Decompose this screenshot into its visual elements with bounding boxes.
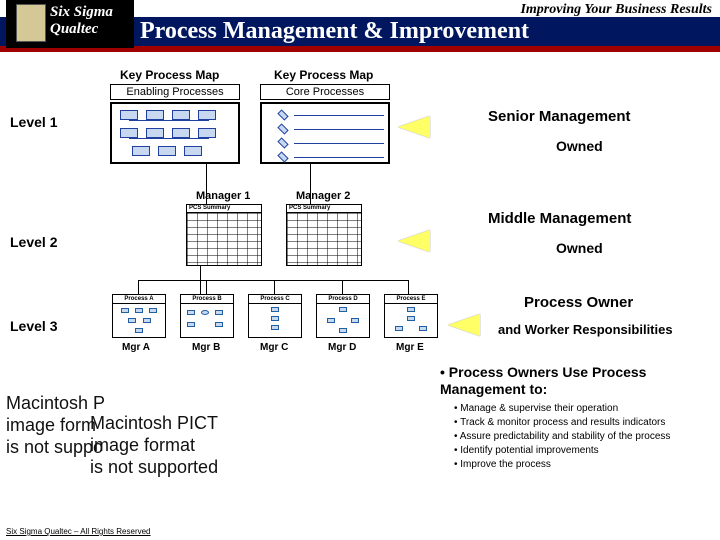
connector <box>408 280 409 294</box>
bullet-item: Improve the process <box>454 458 712 472</box>
connector <box>274 280 275 294</box>
worker-resp-label: and Worker Responsibilities <box>498 322 673 337</box>
process-a-card: Process A <box>112 294 166 338</box>
brand-text: Six SigmaQualtec <box>50 4 113 38</box>
pcs-summary-2: PCS Summary <box>286 204 362 266</box>
pict-placeholder-2: Macintosh PICT image format is not suppo… <box>90 412 218 478</box>
enabling-flow-diagram <box>110 102 240 164</box>
kpm-left-title: Key Process Map <box>120 68 219 82</box>
level-3-label: Level 3 <box>10 318 57 334</box>
pcs-summary-1: PCS Summary <box>186 204 262 266</box>
core-flow-diagram <box>260 102 390 164</box>
middle-mgmt-label: Middle Management <box>488 210 631 227</box>
bullets-heading: • Process Owners Use Process Management … <box>440 364 712 398</box>
level-1-label: Level 1 <box>10 114 57 130</box>
owned-1-label: Owned <box>556 138 603 154</box>
arrow-level-3 <box>448 314 480 336</box>
arrow-level-2 <box>398 230 430 252</box>
page-title: Process Management & Improvement <box>140 18 529 45</box>
footer: Six Sigma Qualtec – All Rights Reserved <box>6 527 151 536</box>
enabling-processes-label: Enabling Processes <box>110 84 240 100</box>
content: Level 1 Level 2 Level 3 Key Process Map … <box>0 62 720 520</box>
level-2-label: Level 2 <box>10 234 57 250</box>
connector <box>138 280 408 281</box>
core-processes-label: Core Processes <box>260 84 390 100</box>
connector <box>206 280 207 294</box>
bullets-block: • Process Owners Use Process Management … <box>440 364 712 472</box>
mgr-a-label: Mgr A <box>122 342 150 353</box>
mgr-c-label: Mgr C <box>260 342 288 353</box>
bullet-item: Manage & supervise their operation <box>454 402 712 416</box>
bullet-item: Assure predictability and stability of t… <box>454 430 712 444</box>
bullet-item: Track & monitor process and results indi… <box>454 416 712 430</box>
process-c-card: Process C <box>248 294 302 338</box>
mgr-e-label: Mgr E <box>396 342 424 353</box>
connector <box>342 280 343 294</box>
manager-2-label: Manager 2 <box>296 190 350 202</box>
connector <box>138 280 139 294</box>
bullet-item: Identify potential improvements <box>454 444 712 458</box>
header: Six SigmaQualtec Improving Your Business… <box>0 0 720 58</box>
tagline: Improving Your Business Results <box>520 2 712 18</box>
process-d-card: Process D <box>316 294 370 338</box>
process-e-card: Process E <box>384 294 438 338</box>
process-b-card: Process B <box>180 294 234 338</box>
arrow-level-1 <box>398 116 430 138</box>
logo-icon <box>16 4 46 42</box>
mgr-d-label: Mgr D <box>328 342 356 353</box>
manager-1-label: Manager 1 <box>196 190 250 202</box>
mgr-b-label: Mgr B <box>192 342 220 353</box>
bullets-list: Manage & supervise their operation Track… <box>440 402 712 472</box>
logo-strip: Six SigmaQualtec <box>6 0 134 48</box>
senior-mgmt-label: Senior Management <box>488 108 631 125</box>
owned-2-label: Owned <box>556 240 603 256</box>
kpm-right-title: Key Process Map <box>274 68 373 82</box>
process-owner-label: Process Owner <box>524 294 633 311</box>
